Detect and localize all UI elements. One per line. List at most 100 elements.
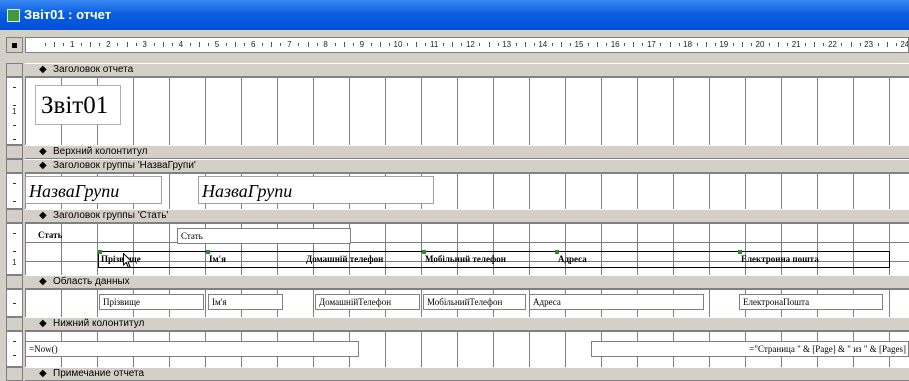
mobile-phone-textbox[interactable]: МобільнийТелефон: [423, 294, 526, 310]
section-label: Заголовок отчета: [53, 64, 134, 75]
ruler-tick: [669, 42, 671, 47]
ruler-tick: [551, 43, 553, 46]
ruler-number: 19: [719, 40, 729, 49]
group-name-label[interactable]: НазваГрупи: [25, 176, 162, 204]
window-title: Звіт01 : отчет: [24, 7, 112, 22]
section-label: Нижний колонтитул: [53, 318, 145, 329]
report-footer-bar[interactable]: ◆ Примечание отчета: [25, 367, 909, 381]
ruler-tick: [642, 43, 644, 46]
ruler-tick: [805, 43, 807, 46]
ruler-tick: [280, 43, 282, 46]
section-arrow-icon: ◆: [39, 276, 47, 287]
report-design-area[interactable]: 1 2 3 4 5 6 7 8 9 10 11 12 13 14 15 16 17 18 19 20 21 22 23 24 …: [6, 37, 909, 381]
window-titlebar[interactable]: Звіт01 : отчет: [0, 0, 909, 30]
ruler-tick: [533, 43, 535, 46]
ruler-tick: [99, 43, 101, 46]
ruler-tick: [117, 43, 119, 46]
ruler-number: 9: [359, 40, 365, 49]
ruler-tick: [497, 43, 499, 46]
section-label: Примечание отчета: [53, 368, 145, 379]
group-name-textbox[interactable]: НазваГрупи: [198, 176, 434, 204]
ruler-tick: [226, 43, 228, 46]
ruler-number: 17: [646, 40, 656, 49]
selection-handle[interactable]: [422, 250, 426, 254]
page-footer-section[interactable]: =Now() ="Страница " & [Page] & " из " & …: [25, 331, 909, 367]
home-phone-textbox[interactable]: ДомашнійТелефон: [315, 294, 420, 310]
group-name-header-section[interactable]: НазваГрупи НазваГрупи: [25, 173, 909, 209]
selection-handle[interactable]: [738, 250, 742, 254]
ruler-tick: [823, 43, 825, 46]
ruler-tick: [678, 43, 680, 46]
vruler-mark: 1: [12, 258, 17, 267]
ruler-tick: [859, 43, 861, 46]
column-label-home-phone[interactable]: Домашній телефон: [303, 253, 416, 267]
ruler-tick: [461, 43, 463, 46]
ruler-tick: [54, 42, 56, 47]
stat-textbox[interactable]: Стать: [177, 228, 351, 244]
ruler-number: 22: [827, 40, 837, 49]
detail-selector[interactable]: [6, 275, 23, 289]
page-header-bar[interactable]: ◆ Верхний колонтитул: [25, 145, 909, 159]
ruler-number: 24: [900, 40, 909, 49]
horizontal-ruler[interactable]: 1 2 3 4 5 6 7 8 9 10 11 12 13 14 15 16 17 18 19 20 21 22 23 24: [25, 37, 909, 53]
group-stat-header-bar[interactable]: ◆ Заголовок группы 'Стать': [25, 209, 909, 223]
ruler-tick: [126, 42, 128, 47]
section-arrow-icon: ◆: [39, 64, 47, 75]
ruler-tick: [597, 42, 599, 47]
group-name-header-bar[interactable]: ◆ Заголовок группы 'НазваГрупи': [25, 159, 909, 173]
section-label: Заголовок группы 'НазваГрупи': [53, 160, 196, 171]
ruler-tick: [307, 42, 309, 47]
now-textbox[interactable]: =Now(): [25, 341, 359, 357]
vertical-ruler: [6, 289, 23, 317]
ruler-number: 4: [178, 40, 184, 49]
ruler-tick: [45, 43, 47, 46]
email-textbox[interactable]: ЕлектронаПошта: [739, 294, 883, 310]
ruler-tick: [814, 42, 816, 47]
column-label-mobile-phone[interactable]: Мобільний телефон: [422, 253, 537, 267]
report-header-section[interactable]: Звіт01: [25, 77, 909, 145]
page-footer-selector[interactable]: [6, 317, 23, 331]
report-header-bar[interactable]: ◆ Заголовок отчета: [25, 63, 909, 77]
page-header-selector[interactable]: [6, 145, 23, 159]
report-title-label[interactable]: Звіт01: [35, 85, 121, 125]
ruler-number: 20: [755, 40, 765, 49]
group-stat-header-section[interactable]: Стать Стать Прізвище Ім'я Домашній телеф…: [25, 223, 909, 275]
ruler-tick: [171, 43, 173, 46]
section-arrow-icon: ◆: [39, 160, 47, 171]
ruler-number: 10: [393, 40, 403, 49]
ruler-tick: [624, 43, 626, 46]
page-footer-bar[interactable]: ◆ Нижний колонтитул: [25, 317, 909, 331]
ruler-tick: [352, 43, 354, 46]
ruler-tick: [787, 43, 789, 46]
ruler-number: 3: [142, 40, 147, 49]
ruler-tick: [63, 43, 65, 46]
selection-handle[interactable]: [98, 250, 102, 254]
name-textbox[interactable]: Ім'я: [208, 294, 283, 310]
section-arrow-icon: ◆: [39, 146, 47, 157]
surname-textbox[interactable]: Прізвище: [99, 294, 204, 310]
column-label-name[interactable]: Ім'я: [206, 253, 296, 267]
ruler-tick: [379, 42, 381, 47]
detail-bar[interactable]: ◆ Область данных: [25, 275, 909, 289]
selection-handle[interactable]: [206, 250, 210, 254]
report-selector[interactable]: [6, 37, 23, 53]
detail-section[interactable]: Прізвище Ім'я ДомашнійТелефон МобільнийТ…: [25, 289, 909, 317]
group-name-header-selector[interactable]: [6, 159, 23, 173]
group-stat-header-selector[interactable]: [6, 209, 23, 223]
ruler-tick: [198, 42, 200, 47]
section-arrow-icon: ◆: [39, 210, 47, 221]
ruler-tick: [443, 43, 445, 46]
stat-label[interactable]: Стать: [35, 229, 95, 243]
report-header-selector[interactable]: [6, 63, 23, 77]
page-count-textbox[interactable]: ="Страница " & [Page] & " из " & [Pages]: [591, 341, 909, 357]
column-label-surname[interactable]: Прізвище: [98, 253, 203, 267]
ruler-number: 18: [683, 40, 693, 49]
address-textbox[interactable]: Адреса: [529, 294, 704, 310]
ruler-number: 6: [250, 40, 256, 49]
ruler-tick: [515, 43, 517, 46]
ruler-tick: [696, 43, 698, 46]
selection-handle[interactable]: [555, 250, 559, 254]
column-label-email[interactable]: Електронна пошта: [738, 253, 886, 267]
column-label-address[interactable]: Адреса: [555, 253, 735, 267]
report-footer-selector[interactable]: [6, 367, 23, 381]
